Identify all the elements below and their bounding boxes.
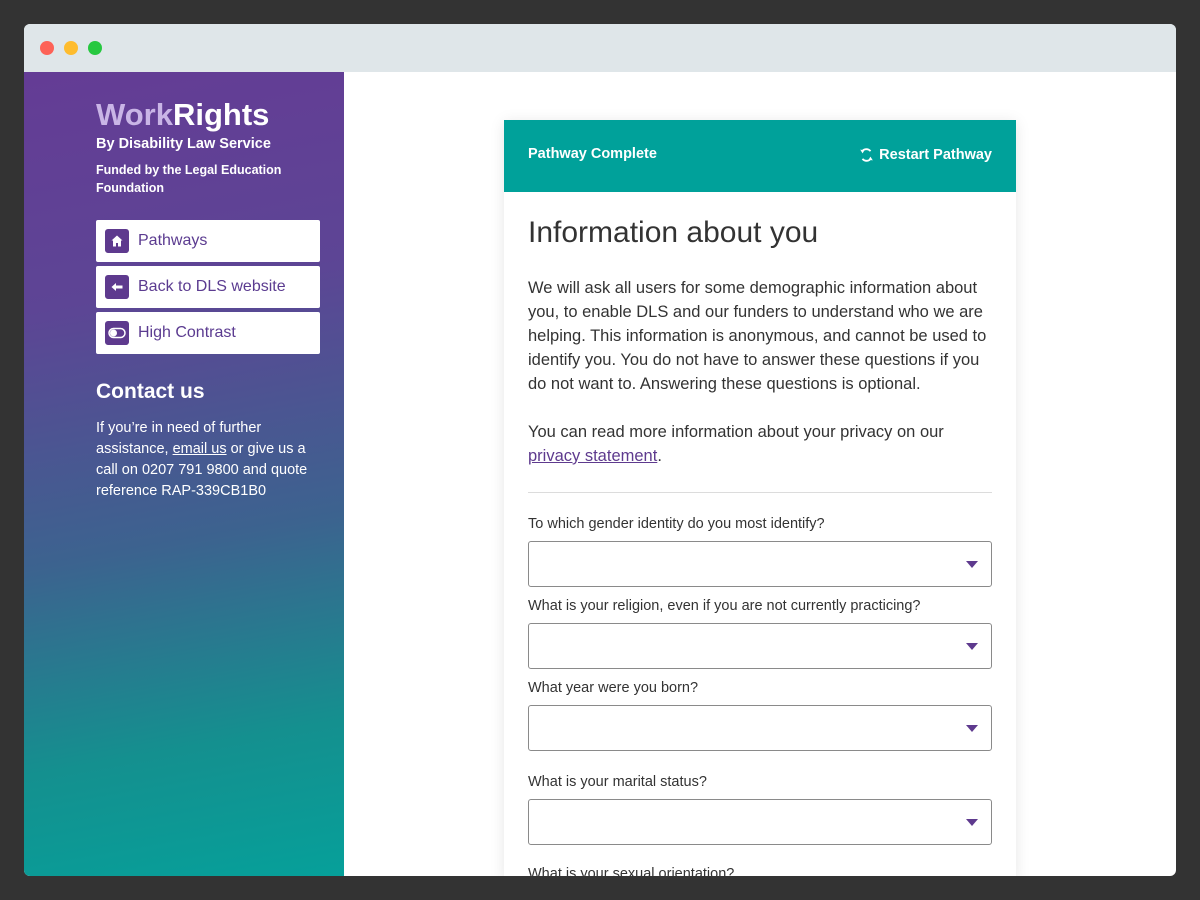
privacy-text: You can read more information about your… — [528, 423, 944, 441]
religion-question-label: What is your religion, even if you are n… — [528, 598, 921, 614]
contact-text: If you’re in need of further assistance,… — [96, 418, 326, 502]
browser-window: WorkRights By Disability Law Service Fun… — [24, 24, 1176, 876]
birth-year-question-label: What year were you born? — [528, 680, 699, 696]
refresh-icon — [860, 148, 873, 162]
marital-status-question-label: What is your marital status? — [528, 774, 707, 790]
window-titlebar — [24, 24, 1176, 72]
pathway-card: Pathway Complete Restart Pathway Informa… — [504, 120, 1016, 876]
nav-back-to-dls-button[interactable]: Back to DLS website — [96, 266, 320, 308]
contact-heading: Contact us — [96, 380, 205, 403]
divider — [528, 492, 992, 493]
restart-pathway-label: Restart Pathway — [879, 147, 992, 163]
brand-byline: By Disability Law Service — [96, 136, 271, 152]
birth-year-select[interactable] — [528, 705, 992, 751]
brand-work: Work — [96, 97, 173, 132]
brand-funded: Funded by the Legal Education Foundation — [96, 163, 282, 195]
home-icon — [105, 229, 129, 253]
privacy-paragraph: You can read more information about your… — [528, 420, 992, 468]
page-title: Information about you — [528, 216, 819, 249]
religion-select[interactable] — [528, 623, 992, 669]
brand-logo[interactable]: WorkRights — [96, 96, 269, 134]
sexual-orientation-question-label: What is your sexual orientation? — [528, 866, 735, 876]
intro-paragraph: We will ask all users for some demograph… — [528, 279, 987, 393]
close-window-button[interactable] — [40, 41, 54, 55]
gender-select[interactable] — [528, 541, 992, 587]
toggle-icon — [105, 321, 129, 345]
privacy-statement-link[interactable]: privacy statement — [528, 447, 657, 465]
maximize-window-button[interactable] — [88, 41, 102, 55]
sidebar: WorkRights By Disability Law Service Fun… — [24, 72, 344, 876]
nav-back-to-dls-label: Back to DLS website — [138, 278, 286, 295]
chevron-down-icon — [966, 561, 978, 568]
nav-high-contrast-button[interactable]: High Contrast — [96, 312, 320, 354]
chevron-down-icon — [966, 819, 978, 826]
arrow-left-icon — [105, 275, 129, 299]
restart-pathway-button[interactable]: Restart Pathway — [859, 147, 992, 163]
nav-pathways-button[interactable]: Pathways — [96, 220, 320, 262]
nav-pathways-label: Pathways — [138, 232, 208, 249]
nav-high-contrast-label: High Contrast — [138, 324, 236, 341]
chevron-down-icon — [966, 725, 978, 732]
privacy-period: . — [657, 447, 662, 465]
email-us-link[interactable]: email us — [173, 441, 227, 457]
minimize-window-button[interactable] — [64, 41, 78, 55]
card-header: Pathway Complete Restart Pathway — [504, 120, 1016, 192]
brand-rights: Rights — [172, 97, 270, 132]
gender-question-label: To which gender identity do you most ide… — [528, 516, 825, 532]
pathway-status: Pathway Complete — [528, 146, 657, 162]
chevron-down-icon — [966, 643, 978, 650]
marital-status-select[interactable] — [528, 799, 992, 845]
